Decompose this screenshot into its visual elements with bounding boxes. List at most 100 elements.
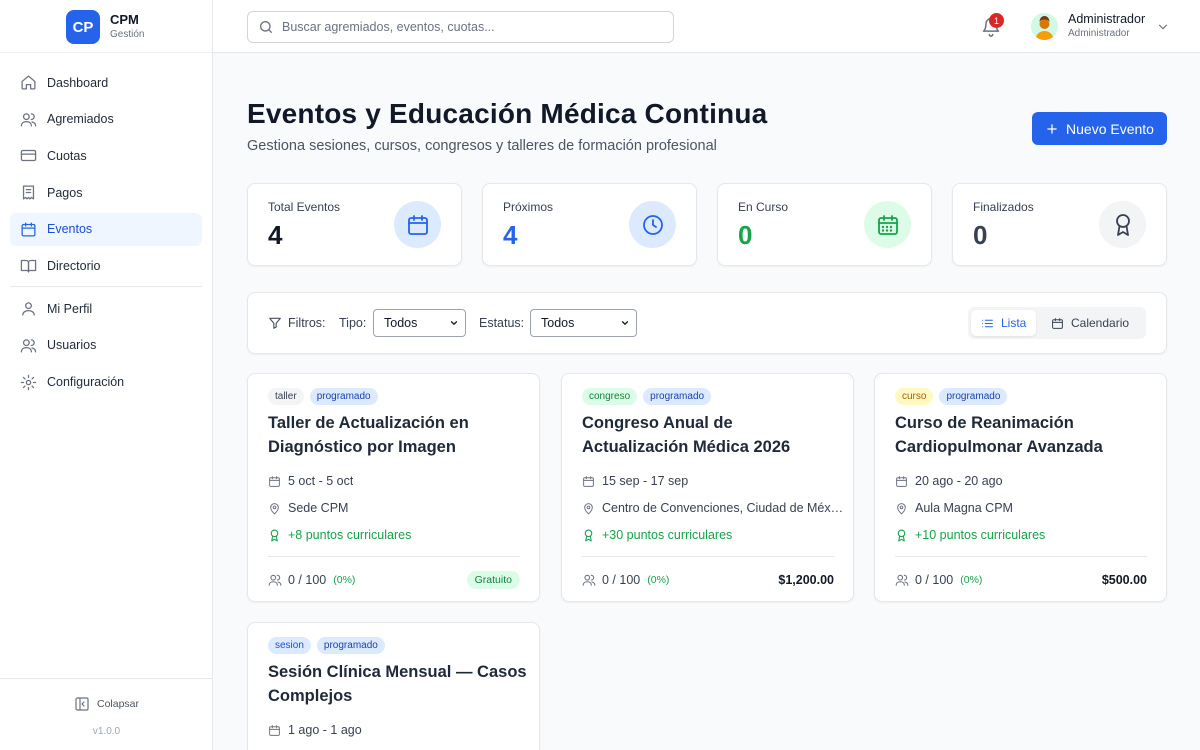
- stat-icon-wrap: [394, 201, 441, 248]
- sidebar-item-directorio[interactable]: Directorio: [10, 249, 202, 282]
- card-divider: [582, 556, 834, 557]
- chevron-down-icon[interactable]: [1156, 20, 1170, 34]
- list-icon: [982, 319, 993, 327]
- status-select[interactable]: Todos: [530, 309, 637, 337]
- event-dates: 20 ago - 20 ago: [895, 474, 1157, 488]
- calendar-icon: [269, 724, 280, 736]
- event-title: Congreso Anual de Actualización Médica 2…: [582, 414, 791, 456]
- calendar-icon: [407, 214, 428, 235]
- sidebar-item-label: Cuotas: [47, 148, 87, 163]
- calendar-icon: [269, 475, 280, 487]
- user-menu[interactable]: Administrador Administrador: [1068, 12, 1145, 40]
- credit-card-icon: [20, 150, 37, 162]
- status-filter-label: Estatus:: [479, 316, 525, 330]
- event-dates-text: 1 ago - 1 ago: [288, 723, 362, 737]
- sidebar: CP CPM Gestión Dashboard Agremiados Cuot…: [0, 0, 213, 750]
- sidebar-item-mi-perfil[interactable]: Mi Perfil: [10, 292, 202, 325]
- event-location-text: Aula Magna CPM: [915, 501, 1013, 515]
- stat-card-total: Total Eventos 4: [247, 183, 462, 266]
- event-title: Sesión Clínica Mensual — Casos Complejos: [268, 663, 527, 705]
- filters-label-text: Filtros:: [288, 316, 326, 330]
- event-dates-text: 5 oct - 5 oct: [288, 474, 354, 488]
- event-points: +8 puntos curriculares: [268, 528, 530, 542]
- map-pin-icon: [897, 502, 906, 514]
- stat-icon-wrap: [1099, 201, 1146, 248]
- status-select-value: Todos: [541, 316, 575, 330]
- event-dates: 1 ago - 1 ago: [268, 723, 530, 737]
- stat-value: 0: [738, 220, 753, 250]
- brand[interactable]: CP CPM Gestión: [0, 0, 212, 53]
- clock-icon: [642, 214, 663, 235]
- event-location-text: Centro de Convenciones, Ciudad de México: [602, 501, 844, 515]
- users-icon: [582, 574, 596, 586]
- map-pin-icon: [270, 502, 279, 514]
- sidebar-item-label: Usuarios: [47, 338, 97, 353]
- sidebar-item-label: Pagos: [47, 185, 83, 200]
- filters-bar: Filtros: Tipo: Todos Estatus: Todos List…: [247, 292, 1167, 354]
- sidebar-item-cuotas[interactable]: Cuotas: [10, 139, 202, 172]
- sidebar-item-label: Dashboard: [47, 75, 109, 90]
- search-box[interactable]: [247, 11, 674, 43]
- event-card-congreso[interactable]: congreso programado Congreso Anual de Ac…: [561, 373, 854, 602]
- event-dates-text: 20 ago - 20 ago: [915, 474, 1003, 488]
- sidebar-item-pagos[interactable]: Pagos: [10, 176, 202, 209]
- event-footer: 0 / 100 (0%) Gratuito: [268, 571, 520, 589]
- type-select-value: Todos: [384, 316, 418, 330]
- sidebar-item-label: Directorio: [47, 258, 101, 273]
- view-calendar-button[interactable]: Calendario: [1041, 310, 1139, 336]
- event-type-tag: taller: [268, 388, 304, 405]
- sidebar-item-usuarios[interactable]: Usuarios: [10, 329, 202, 362]
- users-icon: [268, 574, 282, 586]
- award-icon: [270, 529, 279, 541]
- app-version: v1.0.0: [92, 726, 121, 737]
- avatar[interactable]: [1031, 13, 1058, 40]
- type-select[interactable]: Todos: [373, 309, 466, 337]
- award-icon: [897, 529, 906, 541]
- event-status-tag: programado: [643, 388, 712, 405]
- event-location: Aula Magna CPM: [895, 501, 1157, 515]
- chevron-down-icon: [621, 321, 629, 325]
- event-type-tag: sesion: [268, 637, 311, 654]
- event-status-tag: programado: [316, 637, 385, 654]
- users-icon: [20, 339, 37, 353]
- notification-badge: 1: [989, 13, 1004, 28]
- stat-icon-wrap: [864, 201, 911, 248]
- event-card-sesion[interactable]: sesion programado Sesión Clínica Mensual…: [247, 622, 540, 750]
- event-title: Taller de Actualización en Diagnóstico p…: [268, 414, 469, 456]
- panel-left-icon: [75, 697, 89, 711]
- search-input[interactable]: [282, 20, 662, 34]
- stat-icon-wrap: [629, 201, 676, 248]
- calendar-icon: [1052, 317, 1063, 329]
- view-list-button[interactable]: Lista: [971, 310, 1037, 336]
- event-card-taller[interactable]: taller programado Taller de Actualizació…: [247, 373, 540, 602]
- view-calendar-label: Calendario: [1071, 316, 1130, 330]
- event-capacity: 0 / 100: [602, 573, 641, 587]
- stat-card-en-curso: En Curso 0: [717, 183, 932, 266]
- sidebar-item-dashboard[interactable]: Dashboard: [10, 66, 202, 99]
- book-icon: [20, 260, 37, 273]
- sidebar-item-label: Mi Perfil: [47, 301, 93, 316]
- calendar-days-icon: [877, 214, 898, 235]
- calendar-icon: [583, 475, 594, 487]
- calendar-icon: [21, 222, 36, 237]
- stat-value: 4: [268, 220, 283, 250]
- new-event-button[interactable]: Nuevo Evento: [1032, 112, 1167, 145]
- collapse-button[interactable]: Colapsar: [74, 696, 139, 712]
- award-icon: [584, 529, 593, 541]
- event-card-curso[interactable]: curso programado Curso de Reanimación Ca…: [874, 373, 1167, 602]
- event-capacity-percent: (0%): [647, 574, 670, 586]
- chevron-down-icon: [450, 321, 458, 325]
- event-dates: 5 oct - 5 oct: [268, 474, 530, 488]
- event-footer: 0 / 100 (0%) $1,200.00: [582, 571, 834, 589]
- event-price: $1,200.00: [778, 573, 834, 587]
- event-points-text: +30 puntos curriculares: [602, 528, 733, 542]
- event-tags: curso programado: [895, 388, 1013, 405]
- event-points-text: +8 puntos curriculares: [288, 528, 412, 542]
- page-subtitle: Gestiona sesiones, cursos, congresos y t…: [247, 138, 717, 154]
- event-type-tag: congreso: [582, 388, 638, 405]
- sidebar-item-eventos[interactable]: Eventos: [10, 212, 202, 246]
- sidebar-item-configuracion[interactable]: Configuración: [10, 366, 202, 399]
- card-divider: [895, 556, 1147, 557]
- event-status-tag: programado: [309, 388, 378, 405]
- sidebar-item-agremiados[interactable]: Agremiados: [10, 103, 202, 136]
